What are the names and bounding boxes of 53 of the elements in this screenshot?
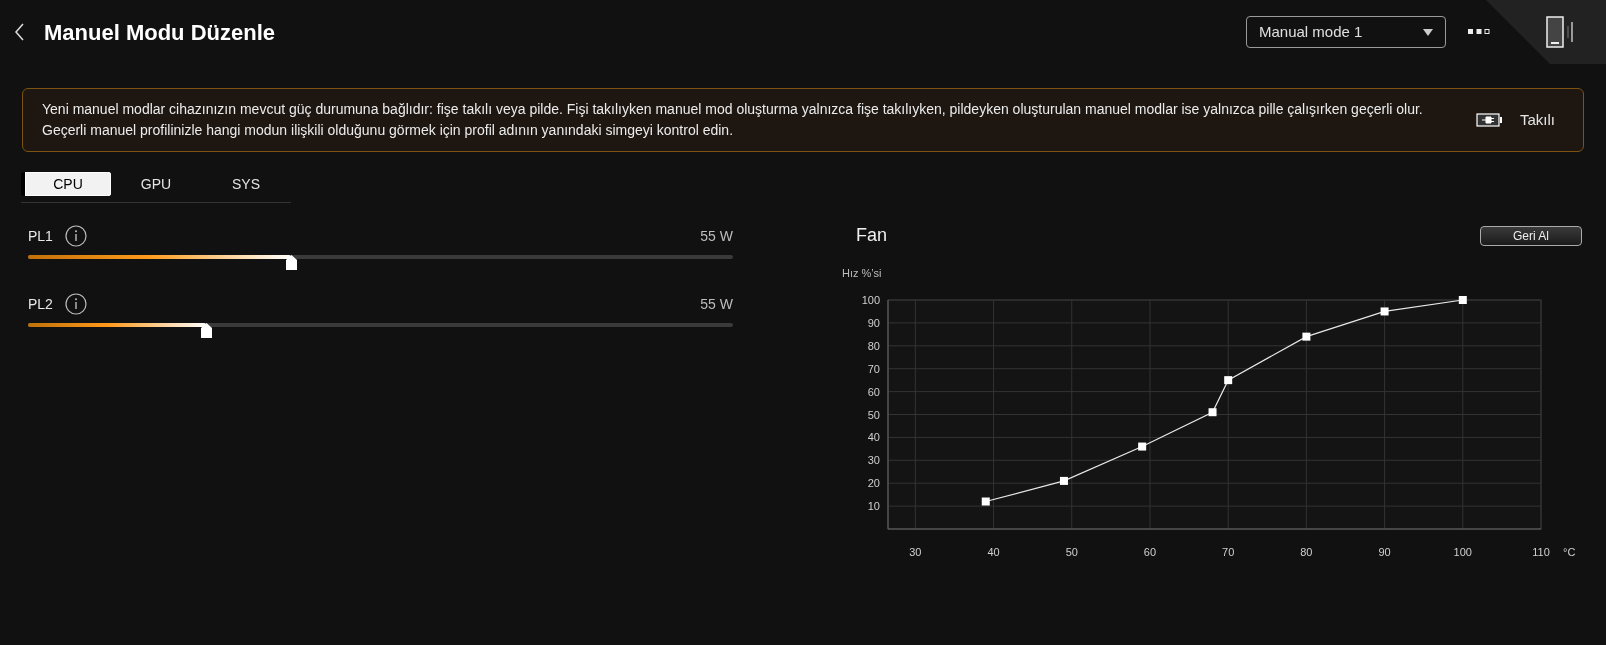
- x-tick-label: 30: [909, 546, 922, 558]
- power-state-label: Takılı: [1520, 109, 1555, 130]
- y-tick-label: 50: [867, 408, 880, 421]
- slider-thumb[interactable]: [200, 323, 212, 338]
- y-tick-label: 10: [867, 500, 880, 513]
- plug-battery-icon: [1476, 113, 1502, 127]
- x-tick-label: 80: [1300, 546, 1313, 558]
- slider-label: PL1: [28, 226, 53, 246]
- slider-value: 55 W: [700, 294, 733, 314]
- fan-title: Fan: [856, 224, 888, 247]
- x-tick-label: 50: [1065, 546, 1078, 558]
- curve-point-handle[interactable]: [1224, 376, 1233, 385]
- y-tick-label: 40: [867, 431, 880, 444]
- slider-track[interactable]: [28, 255, 733, 271]
- notice-text: Yeni manuel modlar cihazınızın mevcut güç durumuna bağlıdır: fişe takılı veya pilde. Fişi takılıyken manuel mod oluşturma yalnızca fişe takılıyken, pildeyken oluşturulan manuel modlar ise yalnızca pille çalışırken geçerli olur.: [42, 100, 1424, 119]
- x-tick-label: 40: [987, 546, 1000, 558]
- x-tick-label: 70: [1222, 546, 1235, 558]
- notice-text: Geçerli manuel profilinizle hangi modun ilişkili olduğunu görmek için profil adının yanındaki simgeyi kontrol edin.: [42, 121, 735, 140]
- slider-track[interactable]: [28, 323, 733, 339]
- x-axis-label: °C: [1563, 546, 1576, 558]
- reset-button[interactable]: Geri Al: [1480, 225, 1582, 246]
- slider-label: PL2: [28, 294, 53, 314]
- dropdown-caret-icon: [1423, 28, 1433, 36]
- dots-icon: [1468, 29, 1492, 35]
- tab[interactable]: GPU: [111, 172, 201, 196]
- x-tick-label: 60: [1143, 546, 1157, 558]
- curve-point-handle[interactable]: [1302, 332, 1311, 341]
- y-tick-label: 20: [867, 477, 880, 490]
- mode-dropdown[interactable]: Manual mode 1: [1246, 16, 1446, 48]
- tab[interactable]: SYS: [201, 172, 291, 196]
- y-tick-label: 70: [867, 362, 880, 375]
- back-chevron-icon: [15, 23, 25, 41]
- x-tick-label: 110: [1532, 546, 1550, 558]
- curve-point-handle[interactable]: [1059, 476, 1068, 485]
- slider-thumb[interactable]: [285, 255, 297, 270]
- x-tick-label: 90: [1378, 546, 1391, 558]
- curve-point-handle[interactable]: [1380, 307, 1389, 316]
- info-icon[interactable]: [64, 225, 87, 247]
- y-axis-label: Hız %’si: [842, 267, 882, 279]
- y-tick-label: 100: [861, 294, 880, 306]
- y-tick-label: 90: [867, 316, 880, 329]
- curve-point-handle[interactable]: [1138, 442, 1147, 451]
- tab[interactable]: CPU: [21, 172, 111, 196]
- curve-point-handle[interactable]: [1208, 408, 1217, 417]
- y-tick-label: 30: [867, 454, 880, 467]
- info-icon[interactable]: [64, 293, 87, 315]
- y-tick-label: 80: [867, 339, 880, 352]
- x-tick-label: 100: [1453, 546, 1472, 558]
- page-title: Manuel Modu Düzenle: [44, 18, 275, 47]
- slider-value: 55 W: [700, 226, 733, 246]
- curve-point-handle[interactable]: [981, 497, 990, 506]
- y-tick-label: 60: [867, 385, 880, 398]
- curve-point-handle[interactable]: [1458, 296, 1467, 304]
